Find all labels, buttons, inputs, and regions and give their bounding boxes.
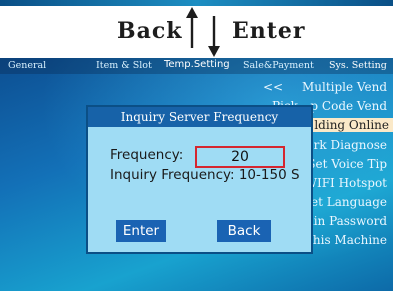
tab-bar: General Item & Slot Temp.Setting Sale&Pa… bbox=[0, 58, 393, 74]
menu-item-set-voice-tip[interactable]: Set Voice Tip bbox=[307, 157, 387, 171]
tab-temp-setting[interactable]: Temp.Setting bbox=[164, 59, 230, 70]
frequency-range-label: Inquiry Frequency: 10-150 S bbox=[110, 167, 300, 183]
menu-item-admin-password[interactable]: hin Password bbox=[306, 214, 387, 228]
enter-button[interactable]: Enter bbox=[116, 220, 166, 242]
menu-item-network-diagnose[interactable]: rk Diagnose bbox=[314, 138, 387, 152]
back-button[interactable]: Back bbox=[217, 220, 271, 242]
tab-item-slot[interactable]: Item & Slot bbox=[96, 60, 152, 71]
arrow-down-icon bbox=[208, 16, 220, 57]
back-label: Back bbox=[117, 18, 183, 44]
menu-item-multiple-vend[interactable]: Multiple Vend bbox=[302, 80, 387, 94]
menu-item-set-language[interactable]: Set Language bbox=[303, 195, 387, 209]
menu-item-building-online[interactable]: lding Online bbox=[310, 118, 393, 132]
menu-item-about-this-machine[interactable]: This Machine bbox=[305, 233, 387, 247]
arrow-up-icon bbox=[186, 7, 198, 48]
dialog-title: Inquiry Server Frequency bbox=[88, 107, 311, 127]
tab-sale-payment[interactable]: Sale&Payment bbox=[243, 60, 314, 71]
menu-back-symbol[interactable]: << bbox=[263, 80, 283, 94]
menu-item-wifi-hotspot[interactable]: WIFI Hotspot bbox=[305, 176, 387, 190]
inquiry-frequency-dialog: Inquiry Server Frequency Frequency: 20 I… bbox=[86, 105, 313, 254]
device-screen: General Item & Slot Temp.Setting Sale&Pa… bbox=[0, 58, 393, 291]
menu-item-pickup-code-vend[interactable]: p Code Vend bbox=[310, 99, 387, 113]
tab-general[interactable]: General bbox=[8, 60, 46, 71]
keypad-label-area: Back Enter bbox=[0, 0, 393, 58]
frequency-label: Frequency: bbox=[110, 147, 184, 163]
tab-sys-setting[interactable]: Sys. Setting bbox=[329, 60, 387, 71]
enter-label: Enter bbox=[232, 18, 306, 44]
frequency-input[interactable]: 20 bbox=[195, 146, 285, 168]
